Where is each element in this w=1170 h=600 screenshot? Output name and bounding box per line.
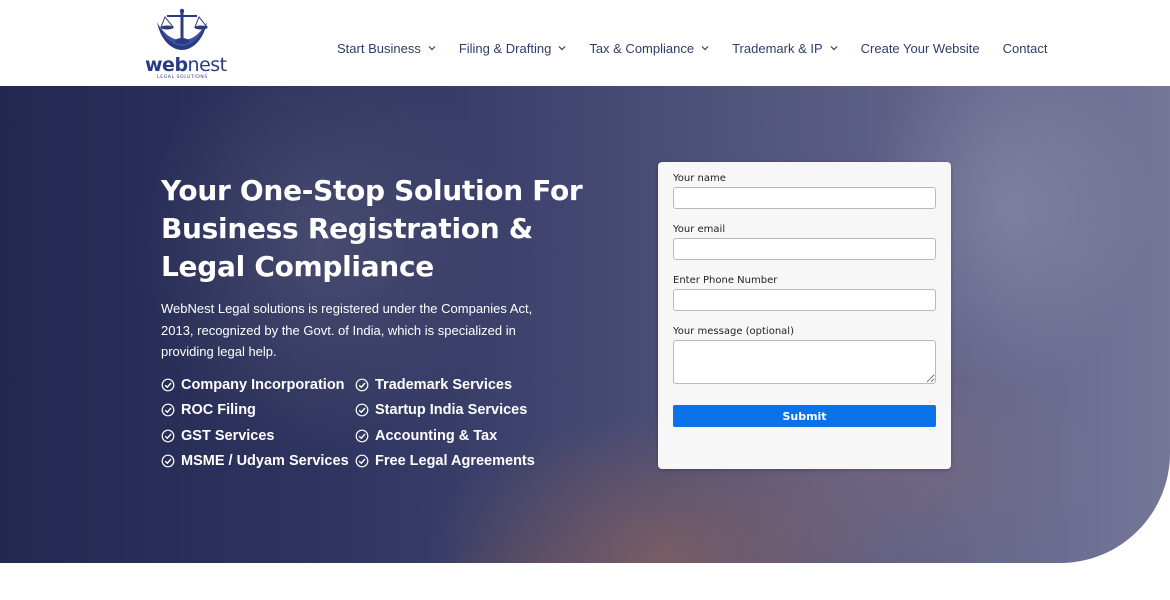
- nav-create-website[interactable]: Create Your Website: [861, 38, 980, 58]
- feature-label: Accounting & Tax: [375, 427, 498, 444]
- nav-tax-compliance[interactable]: Tax & Compliance: [589, 38, 709, 58]
- check-circle-icon: [161, 454, 175, 468]
- feature-item: Company Incorporation: [161, 375, 355, 394]
- feature-item: GST Services: [161, 426, 355, 445]
- feature-label: ROC Filing: [181, 402, 256, 418]
- feature-item: Trademark Services: [355, 375, 555, 394]
- feature-item: MSME / Udyam Services: [161, 452, 355, 471]
- chevron-down-icon: [428, 46, 436, 51]
- nav-label: Filing & Drafting: [458, 40, 552, 56]
- feature-list: Company Incorporation Trademark Services…: [161, 375, 581, 471]
- feature-label: Trademark Services: [375, 376, 513, 393]
- check-circle-icon: [161, 403, 175, 417]
- nav-label: Contact: [1002, 40, 1048, 56]
- chevron-down-icon: [701, 46, 709, 51]
- feature-label: Free Legal Agreements: [375, 453, 535, 469]
- hero-title-line: Legal Compliance: [161, 250, 434, 283]
- phone-label: Enter Phone Number: [673, 275, 778, 286]
- feature-item: Startup India Services: [355, 401, 555, 420]
- feature-label: MSME / Udyam Services: [181, 453, 349, 469]
- feature-label: GST Services: [181, 427, 275, 444]
- name-label: Your name: [673, 173, 726, 184]
- hero-description: WebNest Legal solutions is registered un…: [161, 301, 533, 359]
- nav-filing-drafting[interactable]: Filing & Drafting: [459, 38, 566, 58]
- message-label: Your message (optional): [673, 326, 794, 337]
- feature-label: Startup India Services: [375, 402, 528, 418]
- nav-contact[interactable]: Contact: [1003, 38, 1048, 58]
- logo-wordmark: webnest: [145, 54, 227, 76]
- nav-label: Create Your Website: [860, 40, 980, 56]
- check-circle-icon: [355, 429, 369, 442]
- nav-label: Trademark & IP: [732, 40, 823, 56]
- hero-title-line: Business Registration &: [161, 212, 533, 245]
- nav-start-business[interactable]: Start Business: [337, 38, 436, 58]
- chevron-down-icon: [558, 46, 566, 51]
- check-circle-icon: [355, 454, 369, 468]
- site-header: webnest LEGAL SOLUTIONS Start Business F…: [0, 0, 1170, 86]
- hero-title: Your One-Stop Solution For Business Regi…: [161, 172, 601, 286]
- check-circle-icon: [161, 378, 175, 391]
- nav-label: Tax & Compliance: [589, 40, 695, 56]
- contact-form: Your name Your email Enter Phone Number …: [658, 162, 951, 469]
- logo-tagline: LEGAL SOLUTIONS: [157, 75, 208, 80]
- name-input[interactable]: [673, 187, 936, 209]
- hero-title-line: Your One-Stop Solution For: [161, 174, 583, 207]
- nav-label: Start Business: [337, 40, 421, 56]
- site-logo[interactable]: webnest LEGAL SOLUTIONS: [145, 8, 227, 80]
- chevron-down-icon: [830, 46, 838, 51]
- email-input[interactable]: [673, 238, 936, 260]
- check-circle-icon: [355, 403, 369, 417]
- hero-section: Your One-Stop Solution For Business Regi…: [0, 86, 1170, 563]
- feature-item: Free Legal Agreements: [355, 452, 555, 471]
- scales-of-justice-icon: [157, 8, 209, 50]
- check-circle-icon: [161, 429, 175, 442]
- submit-button[interactable]: Submit: [673, 405, 936, 427]
- nav-trademark-ip[interactable]: Trademark & IP: [732, 38, 838, 58]
- message-textarea[interactable]: [673, 340, 936, 384]
- feature-item: ROC Filing: [161, 401, 355, 420]
- feature-item: Accounting & Tax: [355, 426, 555, 445]
- email-label: Your email: [673, 224, 726, 235]
- check-circle-icon: [355, 378, 369, 391]
- feature-label: Company Incorporation: [181, 376, 345, 393]
- main-nav: Start Business Filing & Drafting Tax & C…: [337, 38, 1047, 58]
- phone-input[interactable]: [673, 289, 936, 311]
